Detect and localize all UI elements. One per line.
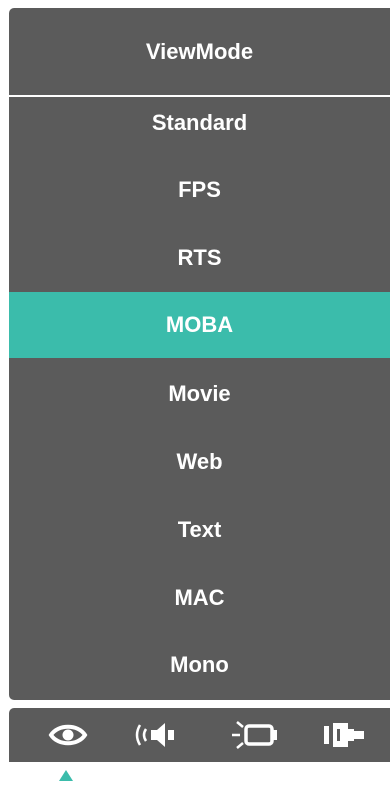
viewmode-menu: ViewMode Standard FPS RTS MOBA Movie Web… bbox=[9, 8, 390, 700]
menu-divider bbox=[9, 95, 390, 97]
audio-speaker-icon[interactable] bbox=[123, 708, 193, 762]
display-settings-icon[interactable] bbox=[221, 708, 291, 762]
active-tab-indicator bbox=[59, 770, 73, 781]
menu-item-fps[interactable]: FPS bbox=[9, 166, 390, 214]
menu-item-moba[interactable]: MOBA bbox=[9, 292, 390, 358]
menu-item-standard[interactable]: Standard bbox=[9, 99, 390, 147]
menu-title: ViewMode bbox=[145, 38, 254, 64]
menu-item-text[interactable]: Text bbox=[9, 506, 390, 554]
menu-item-movie[interactable]: Movie bbox=[9, 370, 390, 418]
menu-item-web[interactable]: Web bbox=[9, 438, 390, 486]
eye-icon[interactable] bbox=[33, 708, 103, 762]
input-connector-icon[interactable] bbox=[314, 708, 384, 762]
menu-item-rts[interactable]: RTS bbox=[9, 234, 390, 282]
menu-item-mono[interactable]: Mono bbox=[9, 641, 390, 689]
icon-bar bbox=[9, 708, 390, 762]
menu-item-mac[interactable]: MAC bbox=[9, 574, 390, 622]
